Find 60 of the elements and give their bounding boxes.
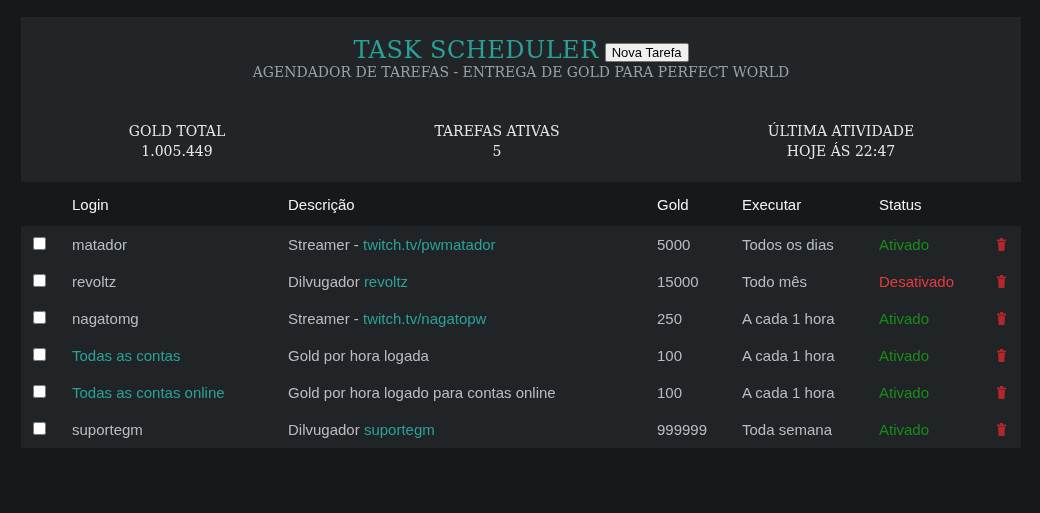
app-subtitle: AGENDADOR DE TAREFAS - ENTREGA DE GOLD PARA PERFECT WORLD	[252, 64, 790, 80]
login-cell: suportegm	[72, 421, 143, 438]
description-link[interactable]: revoltz	[363, 273, 409, 290]
trash-icon[interactable]	[997, 386, 1006, 399]
trash-icon[interactable]	[997, 238, 1006, 251]
description-cell: Streamer - twitch.tv/nagatopw	[288, 310, 487, 327]
schedule-cell: A cada 1 hora	[742, 384, 835, 401]
login-link[interactable]: Todas as contas online	[72, 384, 225, 401]
amount-cell: 15000	[657, 273, 699, 290]
login-cell: nagatomg	[72, 310, 139, 327]
description-cell: Dilvugador revoltz	[288, 273, 409, 290]
login-cell: matador	[72, 236, 128, 253]
new-task-button[interactable]: Nova Tarefa	[604, 42, 689, 62]
trash-icon[interactable]	[997, 275, 1006, 288]
app-title: TASK SCHEDULER	[353, 35, 599, 65]
schedule-cell: Toda semana	[742, 421, 833, 438]
schedule-cell: A cada 1 hora	[742, 310, 835, 327]
column-header: Login	[72, 195, 110, 213]
trash-icon[interactable]	[997, 423, 1006, 436]
trash-icon[interactable]	[997, 349, 1006, 362]
schedule-cell: Todos os dias	[742, 236, 834, 253]
description-link[interactable]: twitch.tv/pwmatador	[363, 236, 496, 253]
amount-cell: 100	[657, 384, 683, 401]
trash-icon[interactable]	[997, 312, 1006, 325]
row-checkbox[interactable]	[33, 422, 46, 435]
stat-value: 5	[492, 142, 502, 161]
status-cell: Ativado	[879, 421, 930, 438]
description-link[interactable]: suportegm	[363, 421, 435, 438]
amount-cell: 100	[657, 347, 683, 364]
status-cell: Desativado	[879, 273, 955, 290]
stat-label: TAREFAS ATIVAS	[434, 122, 560, 141]
schedule-cell: Todo mês	[742, 273, 808, 290]
status-cell: Ativado	[879, 384, 930, 401]
schedule-cell: A cada 1 hora	[742, 347, 835, 364]
amount-cell: 5000	[657, 236, 691, 253]
status-cell: Ativado	[879, 347, 930, 364]
login-link[interactable]: Todas as contas	[72, 347, 181, 364]
stat-label: GOLD TOTAL	[128, 122, 226, 141]
stat-value: 1.005.449	[141, 142, 213, 161]
column-header: Gold	[657, 195, 690, 213]
column-header: Descrição	[288, 195, 356, 213]
amount-cell: 250	[657, 310, 683, 327]
row-checkbox[interactable]	[33, 274, 46, 287]
row-checkbox[interactable]	[33, 237, 46, 250]
login-cell: revoltz	[72, 273, 117, 290]
amount-cell: 999999	[657, 421, 708, 438]
row-checkbox[interactable]	[33, 348, 46, 361]
stat-label: ÚLTIMA ATIVIDADE	[767, 121, 915, 141]
stat-value: HOJE ÁS 22:47	[786, 141, 896, 161]
description-link[interactable]: twitch.tv/nagatopw	[363, 310, 487, 327]
status-cell: Ativado	[879, 310, 930, 327]
description-cell: Gold por hora logado para contas online	[288, 384, 556, 401]
column-header: Executar	[742, 195, 803, 213]
column-header: Status	[879, 195, 923, 213]
row-checkbox[interactable]	[33, 385, 46, 398]
description-cell: Streamer - twitch.tv/pwmatador	[288, 236, 496, 253]
row-checkbox[interactable]	[33, 311, 46, 324]
status-cell: Ativado	[879, 236, 930, 253]
description-cell: Dilvugador suportegm	[288, 421, 435, 438]
description-cell: Gold por hora logada	[288, 347, 429, 364]
